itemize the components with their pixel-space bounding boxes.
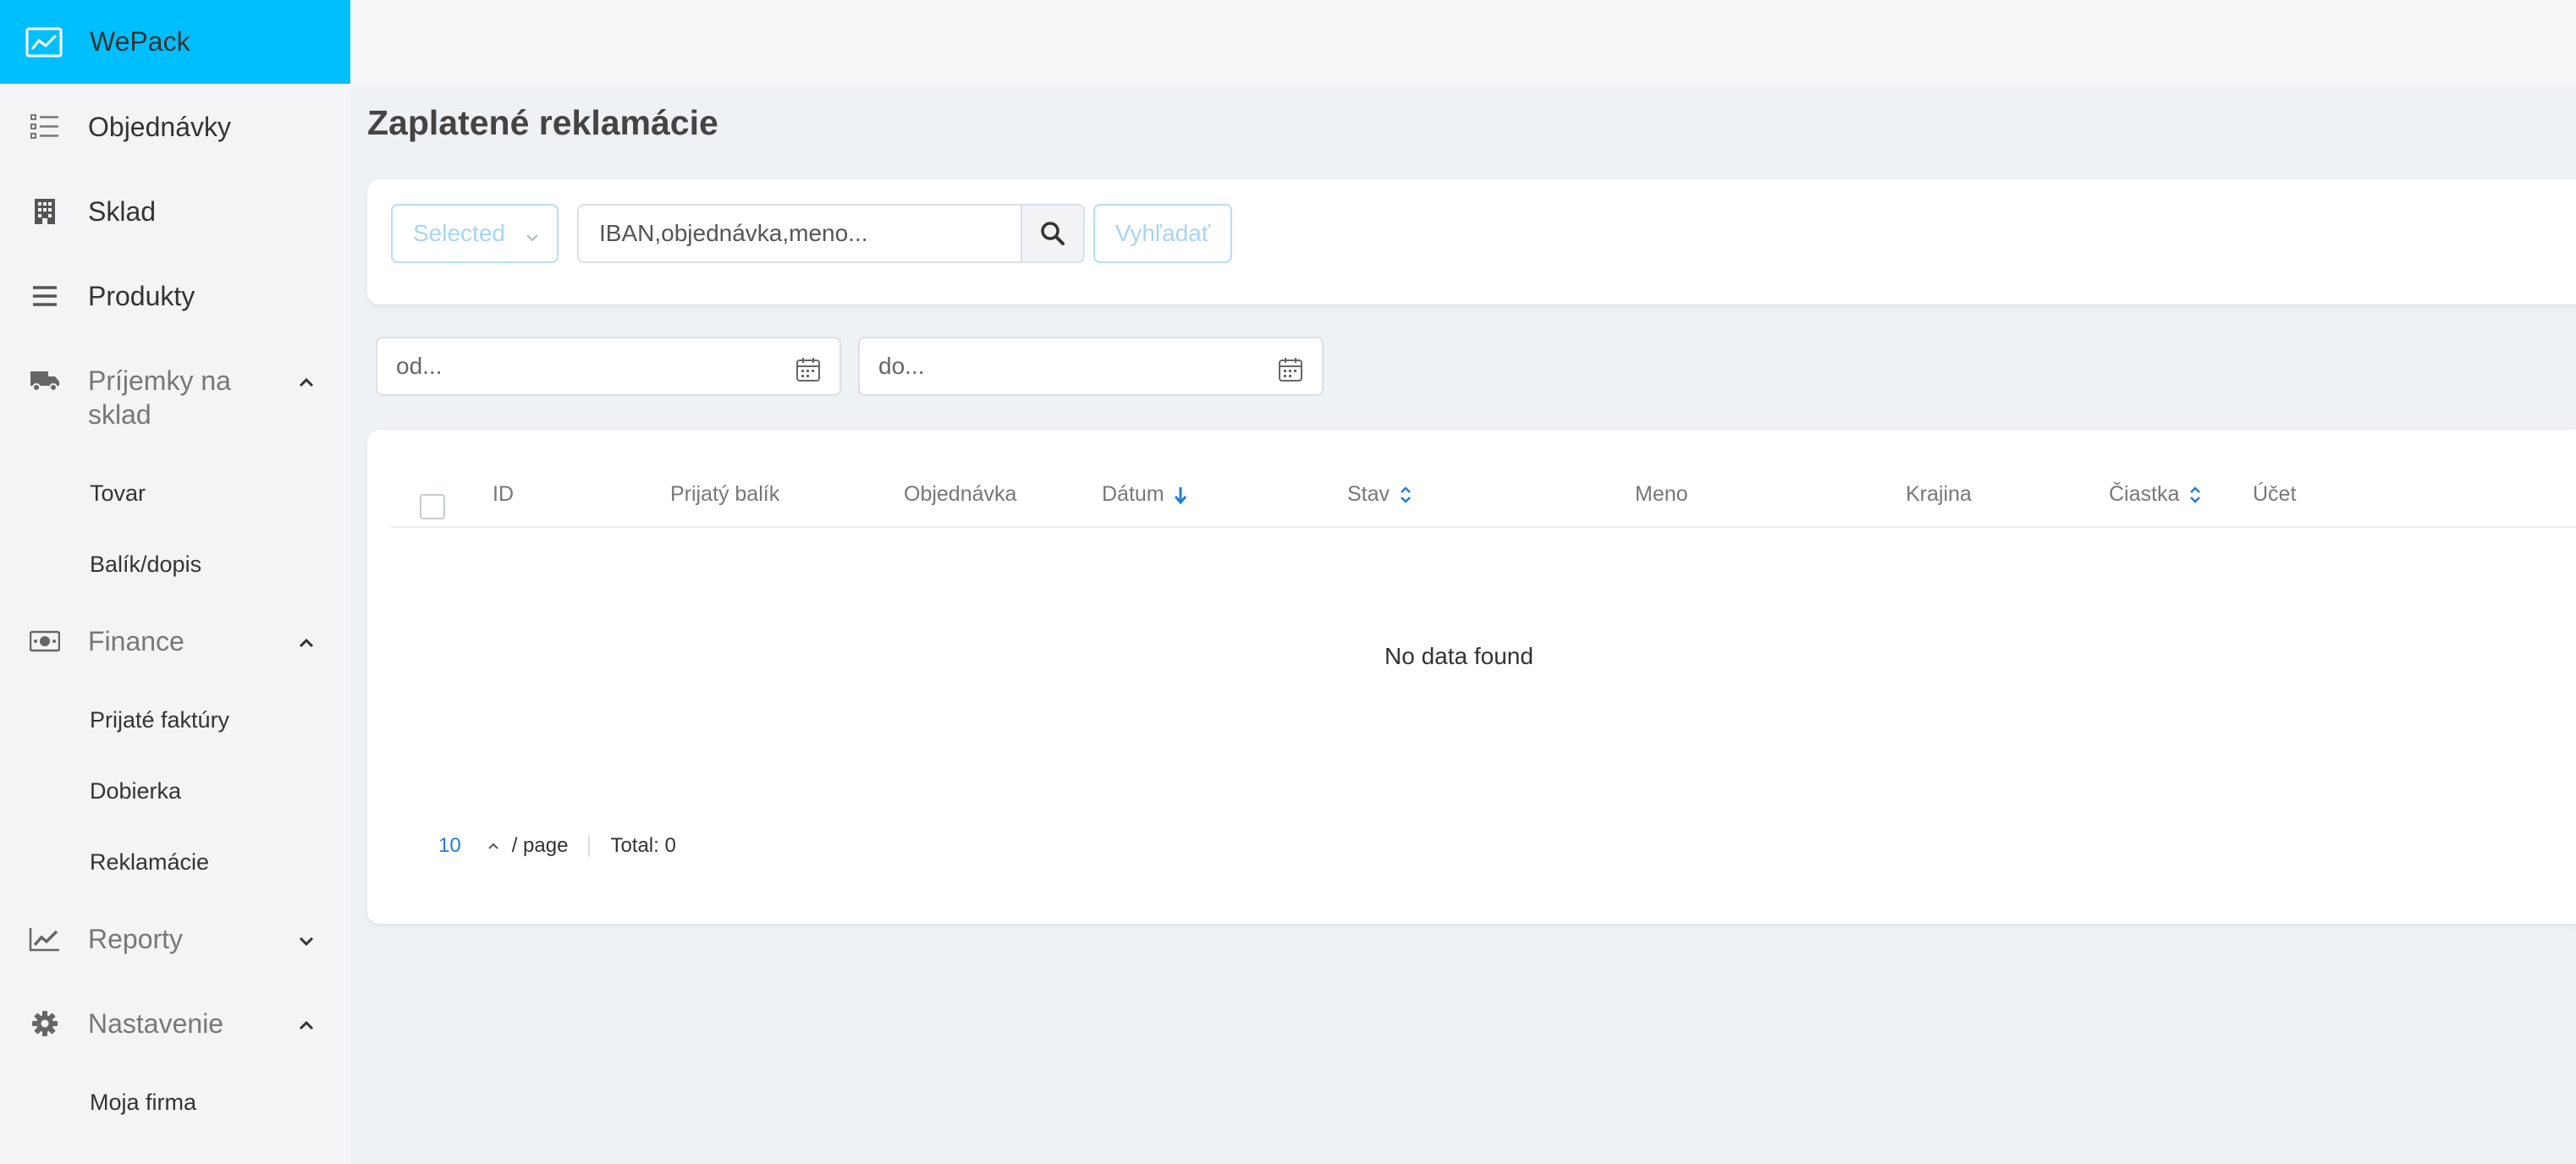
per-page-label: / page	[511, 834, 569, 857]
sidebar-item-warehouse[interactable]: Sklad	[0, 195, 350, 228]
column-country[interactable]: Krajina	[1906, 482, 1972, 507]
sort-icon[interactable]	[1398, 484, 1413, 506]
sidebar-item-label: Finance	[88, 626, 184, 656]
truck-icon	[27, 364, 63, 398]
pagination: 10 / page Total: 0	[438, 834, 676, 858]
calendar-icon	[1278, 357, 1303, 382]
column-account[interactable]: Účet	[2253, 482, 2296, 507]
menu-lines-icon	[27, 279, 63, 313]
top-bar	[350, 0, 2576, 84]
column-status-label: Stav	[1347, 482, 1390, 506]
chevron-up-icon[interactable]	[487, 839, 500, 853]
sidebar-item-settings[interactable]: Nastavenie	[0, 1007, 350, 1040]
date-to-placeholder: do...	[878, 353, 925, 379]
pagination-divider	[588, 835, 591, 857]
status-select[interactable]: Selected	[391, 204, 559, 263]
sidebar-subitem-my-company[interactable]: Moja firma	[0, 1088, 196, 1117]
gear-icon	[27, 1007, 63, 1040]
sidebar-subitem-parcel-letter[interactable]: Balík/dopis	[0, 550, 201, 579]
sidebar-item-receipts[interactable]: Príjemky na sklad	[0, 364, 350, 431]
date-to-input[interactable]: do...	[858, 337, 1324, 396]
list-icon	[27, 110, 63, 144]
sidebar-item-label: Reporty	[88, 924, 184, 954]
date-from-input[interactable]: od...	[376, 337, 841, 396]
search-input[interactable]	[577, 204, 1021, 263]
chart-line-icon	[27, 922, 63, 956]
column-id[interactable]: ID	[493, 482, 514, 507]
chevron-down-icon[interactable]	[296, 931, 316, 951]
chart-window-icon	[25, 27, 63, 58]
chevron-up-icon[interactable]	[296, 372, 316, 393]
sort-desc-icon[interactable]	[1173, 484, 1188, 506]
empty-state-text: No data found	[1384, 643, 1533, 669]
column-amount-label: Čiastka	[2109, 482, 2180, 506]
date-from-placeholder: od...	[396, 353, 443, 379]
column-status[interactable]: Stav	[1347, 482, 1413, 507]
chevron-up-icon[interactable]	[296, 1015, 316, 1035]
page-title: Zaplatené reklamácie	[367, 103, 718, 142]
search-icon	[1041, 222, 1065, 245]
status-select-value: Selected	[413, 220, 505, 246]
brand-header[interactable]: WePack	[0, 0, 350, 84]
sidebar-item-products[interactable]: Produkty	[0, 279, 350, 313]
total-label: Total: 0	[610, 834, 676, 857]
money-icon	[27, 624, 63, 658]
filter-card: Selected Vyhľadať	[367, 179, 2576, 305]
building-icon	[27, 195, 63, 228]
column-received-parcel[interactable]: Prijatý balík	[670, 482, 779, 507]
sidebar-item-finance[interactable]: Finance	[0, 624, 350, 658]
sidebar-item-label: Sklad	[88, 196, 157, 227]
column-date-label: Dátum	[1102, 482, 1164, 506]
chevron-up-icon[interactable]	[296, 633, 316, 653]
column-date[interactable]: Dátum	[1102, 482, 1188, 507]
sidebar-subitem-claims[interactable]: Reklamácie	[0, 848, 209, 876]
sidebar-subitem-cash-on-delivery[interactable]: Dobierka	[0, 777, 181, 805]
sidebar-item-label: Nastavenie	[88, 1008, 224, 1039]
chevron-down-icon	[523, 226, 542, 244]
column-name[interactable]: Meno	[1635, 482, 1688, 507]
sidebar-subitem-received-invoices[interactable]: Prijaté faktúry	[0, 706, 229, 734]
sidebar: WePack Objednávky Sklad Produkty Príjemk	[0, 0, 350, 1164]
sidebar-item-label: Produkty	[88, 281, 195, 311]
search-button[interactable]: Vyhľadať	[1093, 204, 1232, 263]
column-amount[interactable]: Čiastka	[2109, 482, 2203, 507]
search-icon-button[interactable]	[1021, 204, 1085, 263]
sidebar-item-orders[interactable]: Objednávky	[0, 110, 350, 144]
brand-title: WePack	[90, 26, 190, 57]
column-order[interactable]: Objednávka	[904, 482, 1016, 507]
select-all-checkbox[interactable]	[420, 494, 445, 519]
sidebar-item-reports[interactable]: Reporty	[0, 922, 350, 956]
page-size-value[interactable]: 10	[438, 834, 461, 858]
claims-table: ID Prijatý balík Objednávka Dátum Stav M…	[367, 430, 2576, 924]
calendar-icon	[795, 357, 821, 382]
sort-icon[interactable]	[2188, 484, 2203, 506]
sidebar-subitem-goods[interactable]: Tovar	[0, 479, 146, 508]
sidebar-item-label: Objednávky	[88, 112, 231, 142]
sidebar-item-label: Príjemky na sklad	[88, 365, 231, 430]
table-header: ID Prijatý balík Objednávka Dátum Stav M…	[391, 464, 2576, 528]
